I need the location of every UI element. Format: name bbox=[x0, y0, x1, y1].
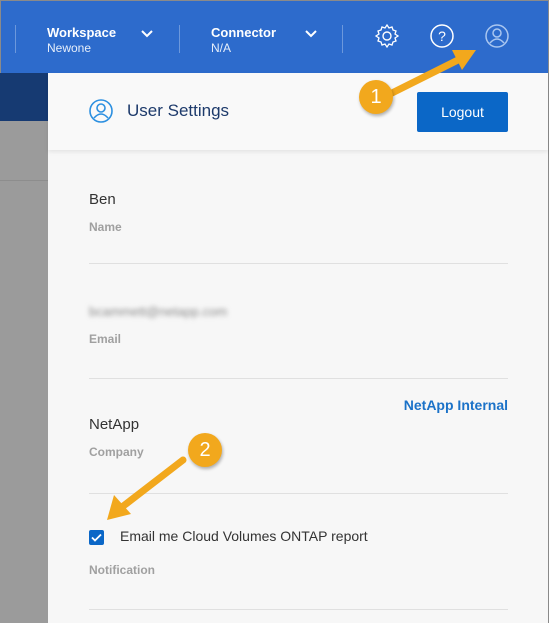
divider bbox=[89, 493, 508, 494]
help-icon[interactable]: ? bbox=[429, 23, 455, 49]
divider bbox=[89, 609, 508, 610]
notification-label: Notification bbox=[89, 563, 155, 577]
top-navigation-bar: Workspace Newone Connector N/A ? bbox=[0, 0, 549, 73]
side-nav-strip bbox=[0, 73, 48, 121]
company-label: Company bbox=[89, 445, 144, 459]
divider bbox=[89, 263, 508, 264]
svg-text:?: ? bbox=[438, 28, 446, 44]
name-label: Name bbox=[89, 220, 122, 234]
workspace-value: Newone bbox=[47, 41, 92, 55]
connector-title: Connector bbox=[211, 25, 276, 40]
background-overlay bbox=[0, 121, 48, 623]
workspace-selector[interactable]: Workspace Newone bbox=[47, 25, 116, 55]
step-badge-1: 1 bbox=[359, 80, 393, 114]
divider bbox=[179, 25, 180, 53]
logout-button[interactable]: Logout bbox=[417, 92, 508, 132]
panel-title: User Settings bbox=[127, 101, 230, 120]
chevron-down-icon[interactable] bbox=[140, 27, 154, 41]
connector-value: N/A bbox=[211, 41, 232, 55]
notification-field: Notification bbox=[89, 551, 508, 577]
notification-checkbox-label[interactable]: Email me Cloud Volumes ONTAP report bbox=[120, 528, 368, 544]
name-value: Ben bbox=[89, 191, 116, 208]
email-value: bcammett@netapp.com bbox=[89, 304, 228, 319]
user-icon bbox=[89, 99, 113, 123]
chevron-down-icon[interactable] bbox=[304, 27, 318, 41]
settings-icon[interactable] bbox=[374, 23, 400, 49]
email-field: bcammett@netapp.com Email bbox=[89, 303, 508, 346]
company-field: NetApp Company bbox=[89, 416, 508, 459]
divider bbox=[0, 180, 48, 181]
workspace-title: Workspace bbox=[47, 25, 117, 40]
name-field: Ben Name bbox=[89, 191, 508, 234]
company-type-link[interactable]: NetApp Internal bbox=[404, 397, 508, 413]
checkmark-icon bbox=[91, 533, 102, 542]
notification-checkbox[interactable] bbox=[89, 530, 104, 545]
user-icon[interactable] bbox=[484, 23, 510, 49]
connector-selector[interactable]: Connector N/A bbox=[211, 25, 276, 55]
divider bbox=[89, 378, 508, 379]
divider bbox=[342, 25, 343, 53]
divider bbox=[15, 25, 16, 53]
user-settings-panel: User Settings Logout Ben Name bcammett@n… bbox=[48, 73, 549, 623]
email-label: Email bbox=[89, 332, 122, 346]
step-badge-2: 2 bbox=[188, 433, 222, 467]
company-value: NetApp bbox=[89, 416, 140, 433]
panel-header: User Settings Logout bbox=[48, 73, 548, 150]
